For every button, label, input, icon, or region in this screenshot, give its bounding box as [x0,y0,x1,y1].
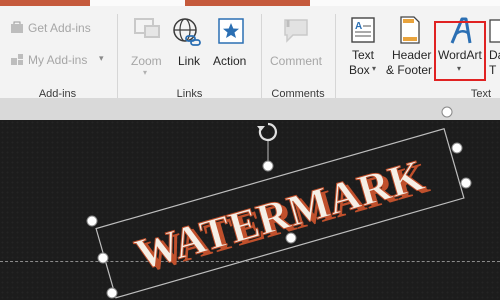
rotate-handle-icon[interactable] [257,122,277,142]
resize-handle[interactable] [451,142,463,154]
resize-handle[interactable] [460,177,472,189]
resize-handle[interactable] [106,287,118,299]
resize-handle[interactable] [262,160,274,172]
resize-handle[interactable] [97,252,109,264]
wordart-text[interactable]: WATERMARK [129,150,429,280]
resize-handle[interactable] [285,232,297,244]
resize-handle[interactable] [86,215,98,227]
wordart-selection[interactable]: WATERMARK WATERMARK [0,0,500,300]
resize-handle[interactable] [441,106,453,118]
